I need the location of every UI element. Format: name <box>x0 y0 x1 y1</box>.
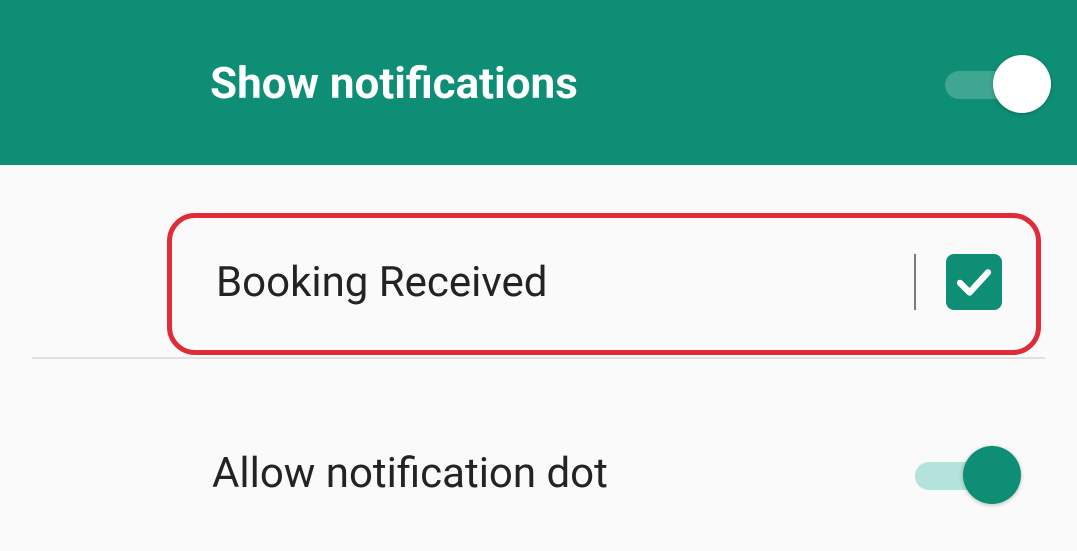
category-label: Booking Received <box>216 258 547 307</box>
checkmark-icon <box>953 261 995 303</box>
settings-list: Booking Received Allow notification dot <box>0 165 1077 498</box>
toggle-thumb <box>963 446 1021 504</box>
show-notifications-toggle[interactable] <box>945 61 1045 105</box>
allow-notification-dot-row[interactable]: Allow notification dot <box>32 449 1045 498</box>
toggle-thumb <box>993 55 1051 113</box>
category-checkbox[interactable] <box>946 254 1002 310</box>
allow-dot-toggle[interactable] <box>915 452 1015 496</box>
row-right-group <box>914 254 1002 310</box>
horizontal-divider <box>32 357 1045 359</box>
vertical-divider <box>914 254 916 310</box>
notifications-header: Show notifications <box>0 0 1077 165</box>
allow-dot-label: Allow notification dot <box>212 449 608 498</box>
notification-category-row[interactable]: Booking Received <box>167 213 1041 355</box>
header-title: Show notifications <box>210 57 578 109</box>
